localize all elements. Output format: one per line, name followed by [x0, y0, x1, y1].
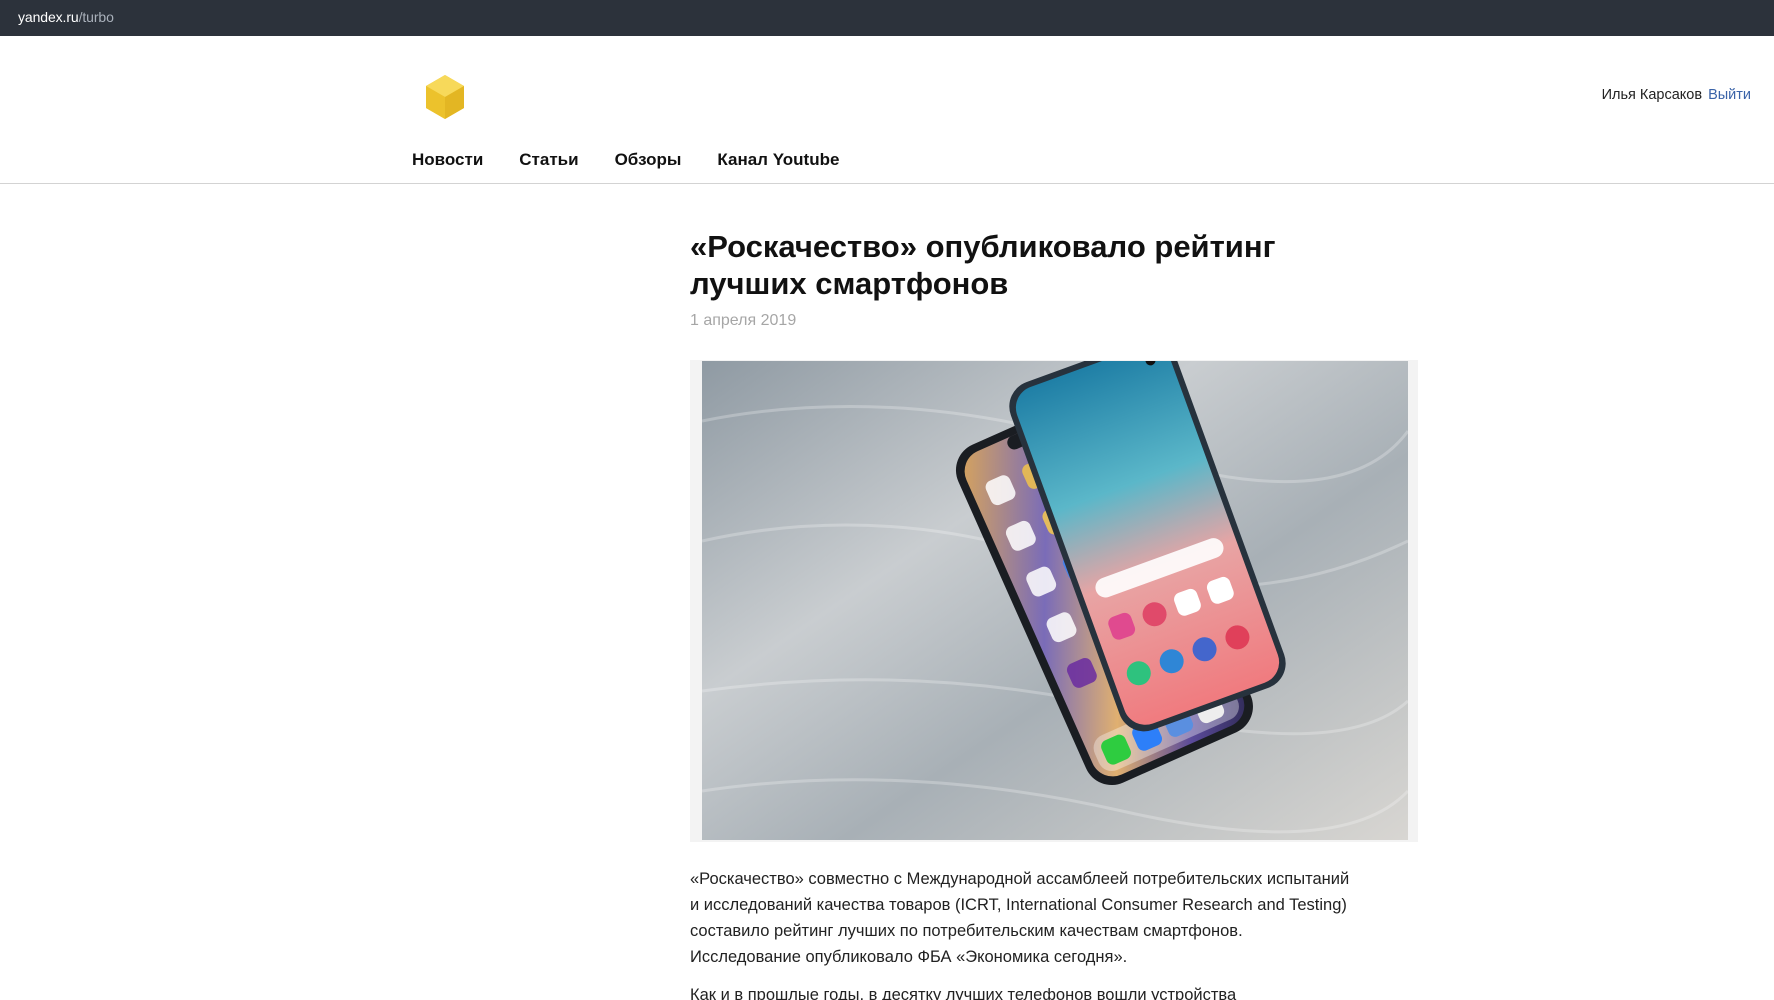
nav-item-articles[interactable]: Статьи: [519, 150, 578, 170]
url-host: yandex.ru: [18, 9, 79, 25]
nav-item-reviews[interactable]: Обзоры: [615, 150, 682, 170]
user-name: Илья Карсаков: [1601, 87, 1703, 103]
user-panel: Илья Карсаков Выйти: [1602, 87, 1751, 103]
article-date: 1 апреля 2019: [690, 312, 797, 329]
article-title: «Роскачество» опубликовало рейтинг лучши…: [690, 229, 1276, 301]
article-header: «Роскачество» опубликовало рейтинг лучши…: [690, 228, 1420, 330]
header-divider: [0, 183, 1774, 184]
logout-link[interactable]: Выйти: [1708, 87, 1751, 103]
article-paragraph: Как и в прошлые годы, в десятку лучших т…: [690, 986, 1237, 1000]
main-nav: Новости Статьи Обзоры Канал Youtube: [412, 150, 875, 170]
url-path: /turbo: [78, 9, 114, 25]
url-text[interactable]: yandex.ru/turbo: [18, 9, 114, 25]
article-paragraph: «Роскачество» совместно с Международной …: [690, 870, 1350, 966]
article-image: [702, 361, 1408, 840]
article-image-frame: [690, 360, 1418, 842]
site-logo-icon[interactable]: [418, 70, 472, 124]
nav-item-news[interactable]: Новости: [412, 150, 483, 170]
nav-item-youtube-channel[interactable]: Канал Youtube: [717, 150, 839, 170]
article-body: «Роскачество» совместно с Международной …: [690, 866, 1350, 1000]
browser-address-bar: yandex.ru/turbo: [0, 0, 1774, 36]
